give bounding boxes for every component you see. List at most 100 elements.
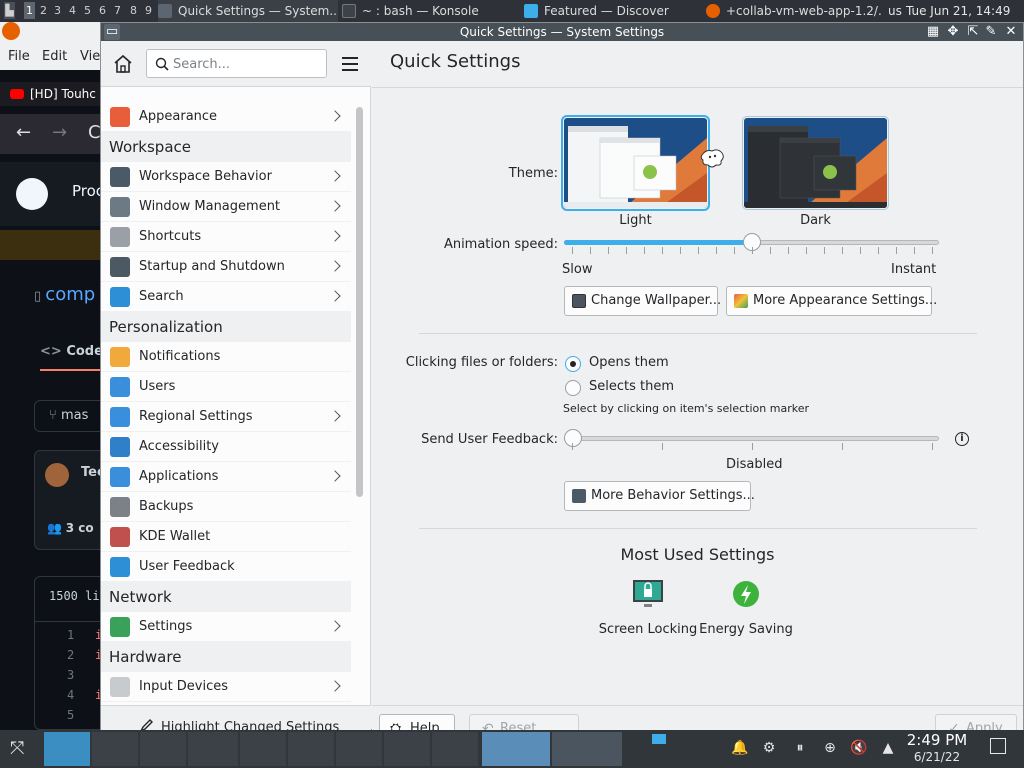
opens-them-radio[interactable] (565, 356, 581, 372)
search-field[interactable] (146, 49, 327, 78)
keep-above-icon[interactable]: ⇱ (965, 24, 981, 40)
task-discover[interactable]: Featured — Discover (524, 0, 704, 22)
desktop-4[interactable]: 4 (67, 2, 78, 19)
tray-expand-icon[interactable]: ▲ (879, 739, 897, 757)
desktop-3[interactable]: 3 (52, 2, 63, 19)
sidebar-item-applications[interactable]: Applications (101, 462, 351, 492)
home-icon[interactable] (111, 52, 135, 76)
media-pause-icon[interactable]: ⏸ (791, 739, 809, 757)
branch-selector[interactable]: ⑂ mas (34, 400, 110, 432)
avatar (45, 463, 69, 487)
task-system-settings[interactable]: Quick Settings — System... (158, 0, 338, 22)
top-clock[interactable]: Tue Jun 21, 14:49 (906, 0, 1010, 22)
github-icon[interactable] (16, 178, 48, 210)
keyboard-layout[interactable]: us (888, 0, 902, 22)
opens-them-label[interactable]: Opens them (589, 355, 669, 370)
task-system-settings-thumb[interactable] (482, 732, 550, 766)
most-used-energy-saving[interactable]: Energy Saving (696, 579, 796, 639)
sidebar-scrollbar[interactable] (356, 107, 363, 497)
browser-tab[interactable]: [HD] Touhc (0, 82, 110, 106)
reload-icon[interactable]: C (88, 122, 101, 143)
close-icon[interactable]: ✕ (1003, 24, 1019, 40)
theme-dark-label[interactable]: Dark (744, 213, 887, 228)
desktop-1[interactable]: 1 (24, 2, 35, 19)
connections-icon[interactable]: ⚙ (760, 739, 778, 757)
menu-view[interactable]: Vie (80, 49, 100, 64)
contributors[interactable]: 👥 3 co (47, 521, 94, 535)
pin-icon[interactable]: ✎ (983, 24, 999, 40)
sidebar-item-window-management[interactable]: Window Management (101, 192, 351, 222)
sidebar-item-regional-settings[interactable]: Regional Settings (101, 402, 351, 432)
pager-desktop-2[interactable] (92, 732, 138, 766)
selects-them-label[interactable]: Selects them (589, 379, 674, 394)
sidebar-category-label: Workspace (109, 138, 191, 156)
sidebar-item-backups[interactable]: Backups (101, 492, 351, 522)
sidebar-item-settings[interactable]: Settings (101, 612, 351, 642)
theme-light-label[interactable]: Light (564, 213, 707, 228)
info-icon[interactable]: i (955, 432, 969, 446)
more-appearance-settings-button[interactable]: More Appearance Settings... (726, 286, 937, 316)
selects-them-radio[interactable] (565, 380, 581, 396)
repo-icon: ▯ (34, 289, 46, 304)
sidebar-item-startup-and-shutdown[interactable]: Startup and Shutdown (101, 252, 351, 282)
updates-icon[interactable]: ⊕ (821, 739, 839, 757)
pager-desktop-1[interactable] (44, 732, 90, 766)
most-used-screen-locking[interactable]: Screen Locking (598, 579, 698, 639)
search-input[interactable] (173, 54, 323, 74)
pager-desktop-4[interactable] (188, 732, 238, 766)
volume-muted-icon[interactable]: 🔇 (850, 739, 868, 757)
move-icon[interactable]: ✥ (945, 24, 961, 40)
sidebar-item-workspace-behavior[interactable]: Workspace Behavior (101, 162, 351, 192)
desktop-5[interactable]: 5 (82, 2, 93, 19)
pager-desktop-9[interactable] (432, 732, 478, 766)
sidebar-item-input-devices[interactable]: Input Devices (101, 672, 351, 702)
pager-desktop-5[interactable] (240, 732, 286, 766)
task-firefox[interactable]: +collab-vm-web-app-1.2/... (706, 0, 882, 22)
sidebar-item-label: User Feedback (139, 559, 235, 574)
sidebar-item-user-feedback[interactable]: User Feedback (101, 552, 351, 582)
desktop-2[interactable]: 2 (38, 2, 49, 19)
theme-dark-thumbnail[interactable] (742, 116, 889, 210)
task-konsole[interactable]: ~ : bash — Konsole (342, 0, 518, 22)
menu-file[interactable]: File (8, 49, 30, 64)
pager-desktop-8[interactable] (384, 732, 430, 766)
discover-small-icon[interactable] (652, 734, 666, 744)
page-title: Quick Settings (390, 51, 521, 72)
application-launcher-icon[interactable]: ⤧ (10, 739, 24, 759)
back-icon[interactable]: ← (16, 122, 31, 143)
github-banner (0, 230, 110, 260)
desktop-7[interactable]: 7 (112, 2, 123, 19)
sidebar-item-search[interactable]: Search (101, 282, 351, 312)
sidebar-item-label: Workspace Behavior (139, 169, 272, 184)
sidebar-item-label: Startup and Shutdown (139, 259, 285, 274)
theme-light-thumbnail[interactable] (561, 115, 710, 211)
forward-icon[interactable]: → (52, 122, 67, 143)
menu-edit[interactable]: Edit (42, 49, 67, 64)
tile-icon[interactable]: ▦ (925, 24, 941, 40)
clock[interactable]: 2:49 PM 6/21/22 (900, 731, 974, 765)
sidebar-item-kde-wallet[interactable]: KDE Wallet (101, 522, 351, 552)
pager-desktop-6[interactable] (288, 732, 334, 766)
pager-desktop-3[interactable] (140, 732, 186, 766)
sidebar-item-shortcuts[interactable]: Shortcuts (101, 222, 351, 252)
change-wallpaper-button[interactable]: Change Wallpaper... (564, 286, 721, 316)
chevron-right-icon (329, 290, 341, 302)
sidebar-item-appearance[interactable]: Appearance (101, 102, 351, 132)
desktop-8[interactable]: 8 (128, 2, 139, 19)
repo-link[interactable]: ▯ comp (34, 284, 95, 305)
line-numbers: 12345 (67, 628, 75, 722)
desktop-9[interactable]: 9 (143, 2, 154, 19)
sidebar-item-users[interactable]: Users (101, 372, 351, 402)
hamburger-menu-button[interactable] (339, 54, 361, 74)
keyboard-icon (110, 227, 130, 247)
app-launcher-icon[interactable]: ▙ (4, 2, 15, 19)
task-konsole-thumb[interactable] (552, 732, 622, 766)
sidebar-item-accessibility[interactable]: Accessibility (101, 432, 351, 462)
sidebar-item-notifications[interactable]: Notifications (101, 342, 351, 372)
more-behavior-settings-button[interactable]: More Behavior Settings... (564, 481, 755, 511)
pager-desktop-7[interactable] (336, 732, 382, 766)
desktop-6[interactable]: 6 (97, 2, 108, 19)
show-desktop-icon[interactable] (990, 738, 1006, 754)
window-titlebar[interactable]: ▭ Quick Settings — System Settings ▦ ✥ ⇱… (101, 23, 1023, 41)
notifications-icon[interactable]: 🔔 (731, 739, 749, 757)
